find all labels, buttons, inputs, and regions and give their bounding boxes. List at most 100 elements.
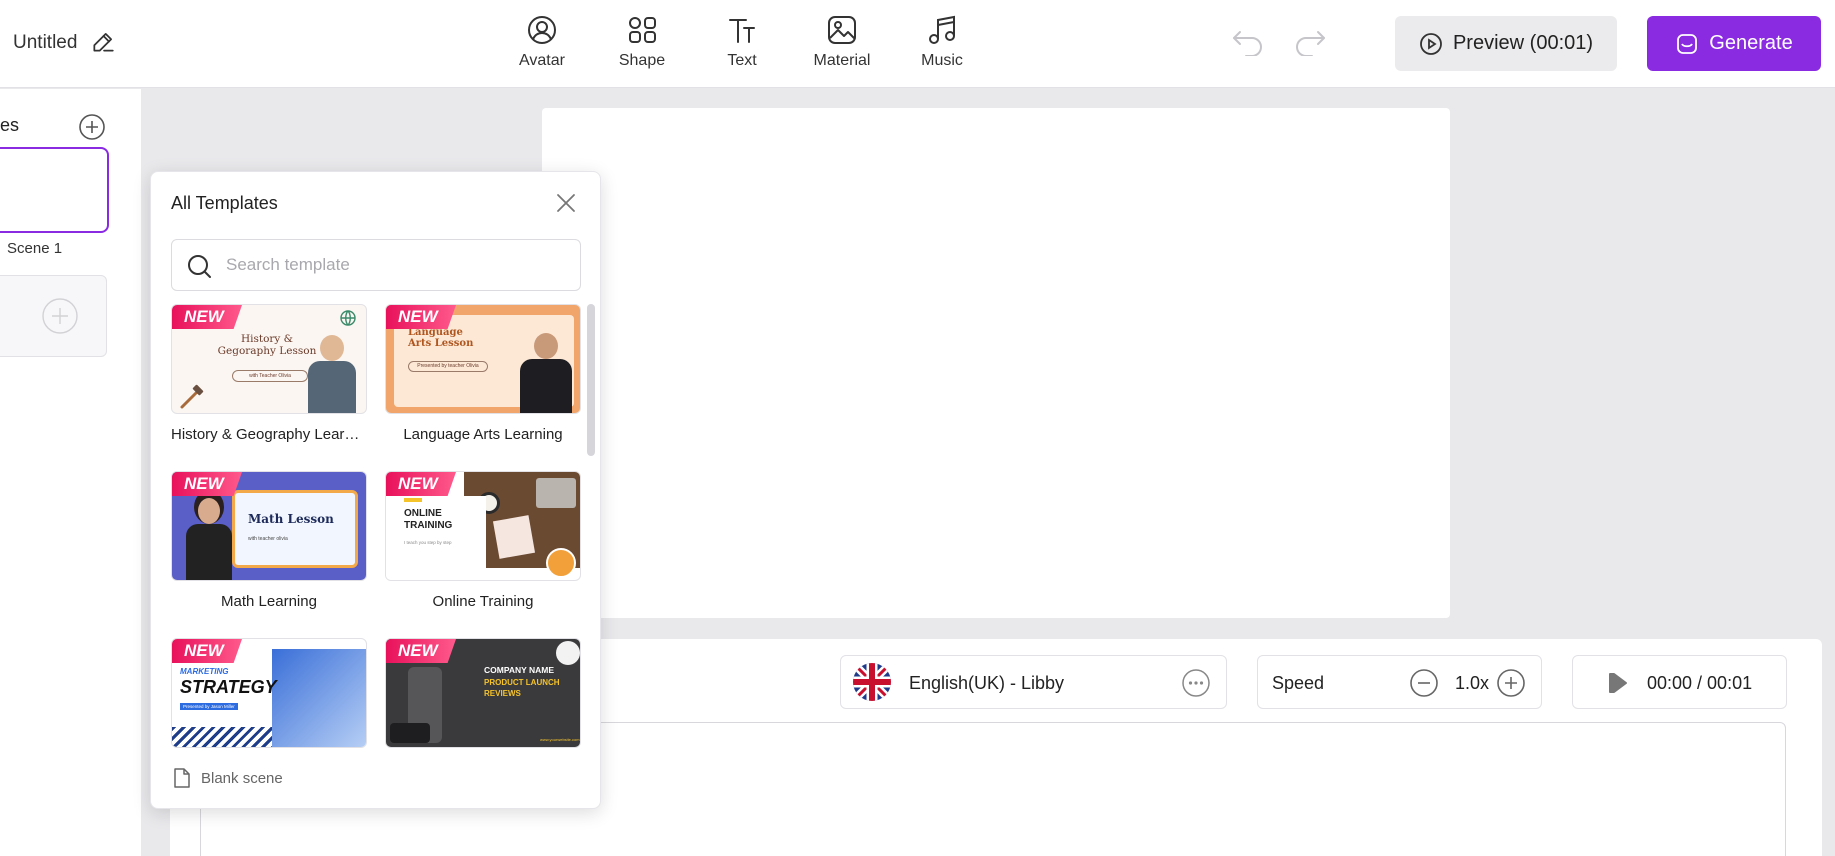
- template-card-product-launch[interactable]: COMPANY NAME PRODUCT LAUNCH REVIEWS www.…: [385, 638, 581, 760]
- avatar-tool[interactable]: Avatar: [492, 14, 592, 70]
- material-tool[interactable]: Material: [792, 14, 892, 70]
- preview-button[interactable]: Preview (00:01): [1395, 16, 1617, 71]
- scenes-sidebar: es Scene 1: [0, 89, 141, 856]
- new-badge: NEW: [172, 639, 242, 663]
- more-options-icon[interactable]: [1181, 668, 1211, 698]
- thumb-title: Math Lesson: [248, 512, 334, 526]
- generate-icon: [1677, 33, 1698, 54]
- presenter-head: [320, 335, 344, 361]
- thumb-kicker: MARKETING: [180, 667, 229, 676]
- generate-button-label: Generate: [1709, 32, 1793, 54]
- presenter-head: [198, 498, 220, 524]
- template-name: Math Learning: [221, 593, 317, 610]
- template-thumbnail: History & Gegoraphy Lesson with Teacher …: [171, 304, 367, 414]
- voice-selector[interactable]: English(UK) - Libby: [840, 655, 1227, 709]
- music-icon: [929, 15, 955, 44]
- plus-circle-icon[interactable]: [1496, 668, 1526, 698]
- music-tool-label: Music: [921, 52, 963, 69]
- thumb-subtitle: www.yourwebsite.com: [540, 737, 580, 742]
- undo-icon[interactable]: [1230, 26, 1266, 56]
- text-tool[interactable]: Text: [692, 14, 792, 70]
- template-thumbnail: MARKETING STRATEGY Presented by Jason Mi…: [171, 638, 367, 748]
- hammer-icon: [180, 384, 204, 409]
- minus-circle-icon[interactable]: [1409, 668, 1439, 698]
- templates-scrollbar[interactable]: [587, 304, 595, 456]
- templates-title: All Templates: [171, 193, 278, 213]
- play-circle-icon: [1420, 32, 1442, 55]
- new-badge: NEW: [386, 472, 456, 496]
- templates-popover: All Templates History & Gegoraphy Lesson…: [150, 171, 601, 809]
- project-title[interactable]: Untitled: [13, 32, 77, 54]
- thumb-subtitle: with Teacher Olivia: [232, 370, 308, 382]
- thumb-subtitle: Presented by Jason Miller: [180, 703, 238, 710]
- avatar-icon: [528, 16, 556, 44]
- accent-bar: [404, 498, 422, 502]
- scenes-title: es: [0, 115, 20, 135]
- template-search: [171, 239, 581, 291]
- shape-tool[interactable]: Shape: [592, 14, 692, 70]
- template-card-math[interactable]: Math Lesson with teacher olivia NEW Math…: [171, 471, 367, 610]
- template-card-marketing[interactable]: MARKETING STRATEGY Presented by Jason Mi…: [171, 638, 367, 760]
- stripe-pattern: [172, 727, 272, 747]
- playback-time: 00:00 / 00:01: [1647, 673, 1753, 693]
- thumb-title: ONLINE TRAINING: [404, 508, 453, 531]
- new-badge: NEW: [172, 305, 242, 329]
- redo-icon[interactable]: [1292, 26, 1328, 56]
- new-scene-slot[interactable]: [0, 275, 107, 357]
- material-icon: [828, 16, 856, 44]
- template-thumbnail: ONLINE TRAINING I teach you step by step…: [385, 471, 581, 581]
- shape-icon: [629, 17, 656, 43]
- laptop: [536, 478, 576, 508]
- presenter-avatar: [556, 641, 580, 665]
- add-scene-icon[interactable]: [78, 113, 106, 141]
- blank-scene-label: Blank scene: [201, 769, 283, 787]
- template-card-language-arts[interactable]: Language Arts Lesson Presented by teache…: [385, 304, 581, 443]
- play-icon[interactable]: [1605, 671, 1629, 695]
- generate-button[interactable]: Generate: [1647, 16, 1821, 71]
- preview-button-label: Preview (00:01): [1452, 32, 1594, 54]
- thumb-subtitle: with teacher olivia: [248, 536, 288, 542]
- template-card-history[interactable]: History & Gegoraphy Lesson with Teacher …: [171, 304, 367, 443]
- avatar-tool-label: Avatar: [519, 52, 565, 69]
- template-name: Language Arts Learning: [403, 426, 563, 443]
- top-bar: Untitled Avatar Shape Text Material Musi…: [0, 0, 1835, 88]
- template-thumbnail: COMPANY NAME PRODUCT LAUNCH REVIEWS www.…: [385, 638, 581, 748]
- thumb-title: PRODUCT LAUNCH REVIEWS: [484, 678, 560, 698]
- close-icon[interactable]: [554, 191, 578, 215]
- chalkboard: [232, 490, 358, 568]
- scene-label: Scene 1: [7, 240, 63, 257]
- blank-scene-button[interactable]: Blank scene: [171, 767, 283, 789]
- music-tool[interactable]: Music: [892, 14, 992, 70]
- plus-circle-icon: [41, 298, 78, 334]
- scene-canvas[interactable]: [542, 108, 1450, 618]
- scene-thumbnail[interactable]: [0, 147, 109, 233]
- new-badge: NEW: [172, 472, 242, 496]
- new-badge: NEW: [386, 305, 456, 329]
- new-badge: NEW: [386, 639, 456, 663]
- presenter-body: [308, 361, 356, 413]
- presenter-head: [534, 333, 558, 359]
- material-tool-label: Material: [813, 52, 871, 69]
- text-icon: [729, 19, 755, 43]
- speed-label: Speed: [1272, 673, 1325, 693]
- presenter-body: [520, 359, 572, 413]
- presenter-body: [186, 524, 232, 580]
- thumb-title: Language Arts Lesson: [408, 327, 474, 349]
- audio-player: 00:00 / 00:01: [1572, 655, 1787, 709]
- toolbar: Avatar Shape Text Material Music: [492, 14, 992, 70]
- template-thumbnail: Language Arts Lesson Presented by teache…: [385, 304, 581, 414]
- edit-icon[interactable]: [90, 29, 116, 55]
- presenter-avatar: [546, 548, 576, 578]
- thumb-kicker: COMPANY NAME: [484, 665, 555, 675]
- search-input[interactable]: [226, 240, 566, 290]
- globe-icon: [340, 310, 356, 326]
- thumb-subtitle: Presented by teacher Olivia: [408, 361, 488, 372]
- console-image: [390, 723, 430, 743]
- speed-value: 1.0x: [1455, 673, 1490, 693]
- template-card-online-training[interactable]: ONLINE TRAINING I teach you step by step…: [385, 471, 581, 610]
- search-icon: [188, 255, 211, 278]
- template-name: History & Geography Learni...: [171, 426, 367, 443]
- thumb-subtitle: I teach you step by step: [404, 540, 452, 545]
- blank-page-icon: [174, 768, 190, 788]
- thumb-title: STRATEGY: [180, 677, 277, 697]
